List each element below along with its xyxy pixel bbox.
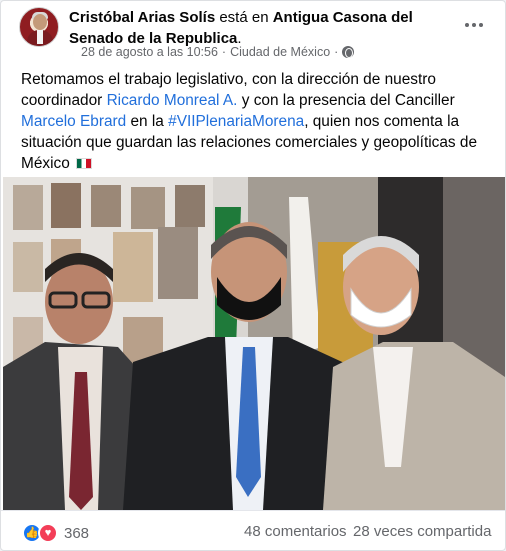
reactions-summary[interactable]: 👍 ♥ 368	[22, 523, 89, 543]
author-name[interactable]: Cristóbal Arias Solís	[69, 9, 215, 26]
post-title: Cristóbal Arias Solís está en Antigua Ca…	[69, 7, 459, 49]
meta-separator-2: ·	[334, 45, 339, 59]
post-timestamp[interactable]: 28 de agosto a las 10:56	[81, 45, 218, 59]
post-city[interactable]: Ciudad de México	[230, 45, 330, 59]
post-footer: 👍 ♥ 368 48 comentarios 28 veces comparti…	[1, 510, 505, 550]
author-avatar[interactable]	[19, 7, 59, 47]
post-header: Cristóbal Arias Solís está en Antigua Ca…	[1, 1, 505, 69]
photo-illustration	[3, 177, 505, 510]
comments-count[interactable]: 48 comentarios	[244, 523, 347, 540]
shares-count[interactable]: 28 veces compartida	[353, 523, 491, 540]
mention-ricardo-monreal[interactable]: Ricardo Monreal A.	[107, 92, 238, 109]
checkin-word: está en	[219, 9, 269, 26]
mention-marcelo-ebrard[interactable]: Marcelo Ebrard	[21, 113, 126, 130]
meta-separator: ·	[221, 45, 227, 59]
hashtag-link[interactable]: #VIIPlenariaMorena	[168, 113, 304, 130]
post-text-2: y con la presencia del Canciller	[237, 92, 455, 109]
post-body: Retomamos el trabajo legislativo, con la…	[21, 69, 491, 174]
post-photo[interactable]	[3, 177, 505, 510]
post-meta: 28 de agosto a las 10:56 · Ciudad de Méx…	[81, 45, 355, 59]
globe-icon	[342, 46, 355, 58]
mexico-flag-icon	[76, 158, 93, 169]
love-icon: ♥	[38, 523, 58, 543]
post-text-3: en la	[126, 113, 169, 130]
more-options-icon[interactable]	[457, 13, 491, 37]
post-card: Cristóbal Arias Solís está en Antigua Ca…	[0, 0, 506, 551]
reaction-count[interactable]: 368	[64, 525, 89, 542]
